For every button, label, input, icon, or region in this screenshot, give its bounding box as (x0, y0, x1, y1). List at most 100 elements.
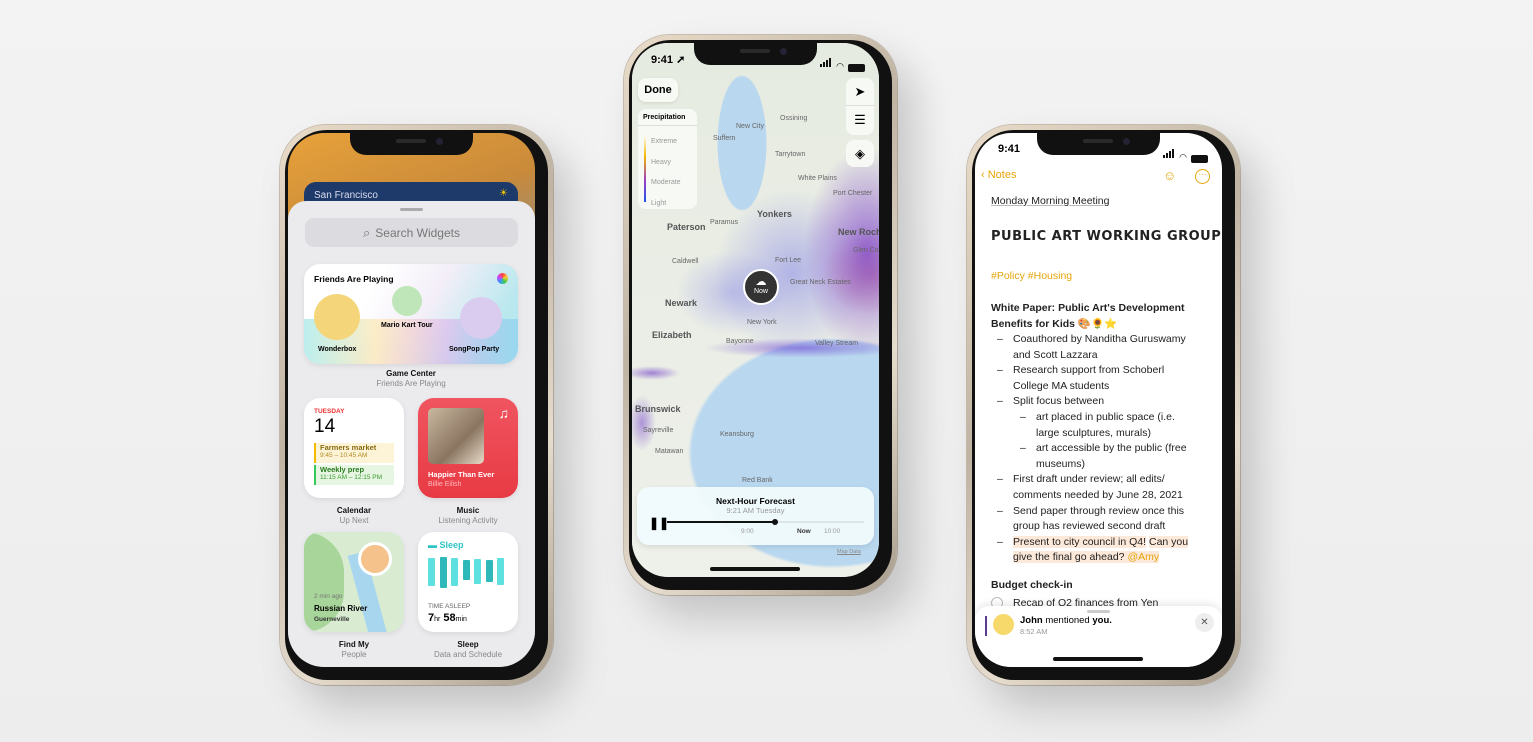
last-seen: 2 min ago (314, 593, 343, 600)
layers-icon[interactable]: ◈ (846, 140, 874, 167)
search-widgets-input[interactable]: ⌕ Search Widgets (305, 218, 518, 247)
find-my-widget[interactable]: 2 min ago Russian River Guerneville (304, 532, 404, 632)
map-label: Great Neck Estates (790, 279, 851, 286)
weather-city: San Francisco (314, 190, 378, 201)
checklist-item[interactable]: Recap of Q2 finances from Yen (991, 596, 1158, 606)
map-label: Elizabeth (652, 330, 692, 340)
map-label: Fort Lee (775, 257, 802, 264)
note-title: Monday Morning Meeting (991, 195, 1110, 207)
pause-button[interactable]: ❚❚ (649, 516, 669, 530)
precipitation-legend: Precipitation Extreme Heavy Moderate Light (638, 109, 697, 209)
done-button[interactable]: Done (638, 78, 678, 102)
sleep-caption: TIME ASLEEP (428, 603, 471, 610)
map-label: Caldwell (672, 258, 699, 265)
phone-widgets: San Francisco ☀ ⌕ Search Widgets Friends… (280, 125, 553, 685)
avatar (460, 297, 502, 339)
friend-game: Wonderbox (318, 346, 357, 353)
map-label: New York (747, 319, 777, 326)
collaborate-icon[interactable]: ☺ (1163, 168, 1176, 183)
music-widget[interactable]: ♫ Happier Than Ever Billie Eilish (418, 398, 518, 498)
tick-label: Now (797, 528, 811, 535)
map-label: White Plains (798, 175, 837, 182)
widget-gallery-sheet: ⌕ Search Widgets Friends Are Playing Won… (288, 201, 535, 667)
search-icon: ⌕ (363, 224, 371, 240)
widget-label: Find My (338, 640, 370, 649)
widget-sublabel: Up Next (339, 516, 369, 525)
map-label: Brunswick (635, 404, 681, 414)
note-subheading: White Paper: Public Art's Development Ben… (991, 302, 1185, 330)
calendar-event[interactable]: Farmers market 9:45 – 10:45 AM (314, 443, 394, 463)
sleep-bar (497, 558, 504, 586)
sleep-widget[interactable]: ▬ Sleep TIME ASLEEP 7hr 58min (418, 532, 518, 632)
map-label: Glen Co (853, 247, 879, 254)
notification-time: 8:52 AM (1020, 627, 1048, 636)
map-label: Bayonne (726, 338, 754, 345)
location-arrow-icon[interactable]: ➤ (846, 78, 874, 106)
wifi-icon: ◠ (836, 61, 844, 71)
sleep-duration: 7hr 58min (428, 612, 467, 624)
widget-label: Music (456, 506, 480, 515)
sleep-bar (451, 557, 458, 587)
forecast-panel: Next-Hour Forecast 9:21 AM Tuesday ❚❚ 9:… (637, 487, 874, 545)
sun-icon: ☀ (499, 188, 508, 199)
now-location-pin[interactable]: ☁ Now (743, 269, 779, 305)
status-time: 9:41 ➚ (651, 54, 686, 66)
game-center-widget[interactable]: Friends Are Playing Wonderbox Mario Kart… (304, 264, 518, 364)
phone-notes: 9:41 ◠ ‹ Notes ☺ ··· Monday Morning Meet… (967, 125, 1240, 685)
calendar-widget[interactable]: TUESDAY 14 Farmers market 9:45 – 10:45 A… (304, 398, 404, 498)
map-label: New City (736, 123, 765, 130)
forecast-scrubber[interactable] (667, 519, 864, 525)
note-tags[interactable]: #Policy #Housing (991, 269, 1072, 285)
song-title: Happier Than Ever (428, 470, 495, 479)
widget-label: Calendar (336, 506, 372, 515)
map-label: Port Chester (833, 190, 873, 197)
sheet-grabber[interactable] (400, 208, 423, 211)
widget-sublabel: Listening Activity (438, 516, 498, 525)
more-icon[interactable]: ··· (1195, 169, 1210, 184)
calendar-event[interactable]: Weekly prep 11:15 AM – 12:15 PM (314, 465, 394, 485)
forecast-subtitle: 9:21 AM Tuesday (726, 506, 785, 515)
sleep-bar (439, 557, 447, 588)
location-name: Russian River (314, 604, 368, 613)
sleep-bar (462, 560, 470, 581)
note-bullets: – Coauthored by Nanditha Guruswamy and Sco… (997, 333, 1189, 564)
map-label: Sayreville (643, 427, 674, 434)
widget-label: Game Center (386, 369, 436, 378)
list-icon[interactable]: ☰ (846, 106, 874, 134)
friend-game: SongPop Party (449, 346, 500, 353)
location-town: Guerneville (314, 616, 350, 623)
note-section: Budget check-in (991, 579, 1073, 591)
battery-icon (1191, 155, 1208, 163)
widget-title: Friends Are Playing (314, 274, 394, 284)
map-label: New Roch (838, 227, 879, 237)
map-data-link[interactable]: Map Data (837, 549, 861, 555)
map-label: Red Bank (742, 477, 773, 484)
note-heading: PUBLIC ART WORKING GROUP (991, 229, 1222, 244)
checkbox[interactable] (991, 597, 1003, 606)
back-button[interactable]: ‹ Notes (981, 169, 1016, 181)
rain-cloud-icon: ☁ (755, 276, 767, 288)
map-label: Yonkers (757, 209, 792, 219)
wifi-icon: ◠ (1179, 152, 1187, 162)
map-label: Keansburg (720, 431, 754, 438)
map-label: Matawan (655, 448, 684, 455)
friend-game: Mario Kart Tour (381, 322, 433, 329)
avatar (358, 542, 392, 576)
forecast-title: Next-Hour Forecast (716, 496, 795, 506)
game-center-icon (497, 273, 508, 284)
close-icon[interactable]: ✕ (1195, 613, 1214, 632)
widget-sublabel: Data and Schedule (433, 650, 503, 659)
map-label: Tarrytown (775, 151, 806, 158)
widget-sublabel: People (341, 650, 367, 659)
avatar (993, 614, 1014, 635)
map-label: Ossining (780, 115, 808, 122)
widget-label: Sleep (457, 640, 479, 649)
sleep-bar (428, 557, 435, 587)
bed-icon: ▬ (428, 540, 440, 550)
calendar-day: TUESDAY (314, 408, 345, 415)
map-label: Suffern (713, 135, 736, 142)
mention[interactable]: @Amy (1127, 551, 1160, 564)
chevron-left-icon: ‹ (981, 169, 988, 181)
sleep-title: Sleep (439, 540, 464, 550)
battery-icon (848, 64, 865, 72)
